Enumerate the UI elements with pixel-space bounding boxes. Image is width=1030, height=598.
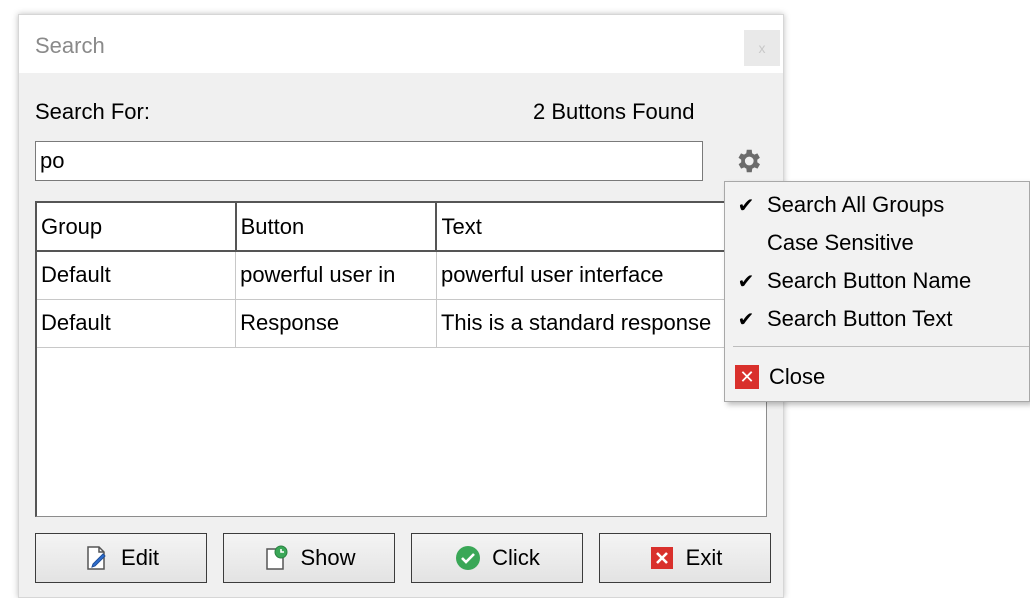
exit-button-label: Exit (685, 545, 723, 570)
grid-header-row: Group Button Text (37, 203, 766, 252)
close-icon: x (758, 40, 766, 56)
cell-text[interactable]: powerful user interface (436, 251, 766, 300)
menu-item-search-button-text[interactable]: ✔ Search Button Text (725, 300, 1029, 338)
edit-button[interactable]: Edit (35, 533, 207, 583)
close-red-icon (648, 544, 676, 572)
menu-item-label: Search All Groups (767, 192, 945, 217)
click-button-label: Click (492, 545, 540, 570)
checkmark-icon: ✔ (737, 308, 755, 331)
menu-item-close[interactable]: ✕ Close (725, 358, 1029, 396)
search-input[interactable] (35, 141, 703, 181)
show-button[interactable]: Show (223, 533, 395, 583)
column-header-button[interactable]: Button (235, 203, 438, 252)
close-red-icon: ✕ (735, 365, 759, 389)
cell-group[interactable]: Default (37, 299, 237, 348)
column-header-group[interactable]: Group (37, 203, 237, 252)
menu-item-label: Close (769, 364, 826, 389)
menu-item-label: Case Sensitive (767, 230, 914, 255)
edit-document-icon (83, 544, 111, 572)
menu-item-case-sensitive[interactable]: Case Sensitive (725, 224, 1029, 262)
table-row[interactable]: Default powerful user in powerful user i… (37, 251, 766, 300)
cell-group[interactable]: Default (37, 251, 237, 300)
click-button[interactable]: Click (411, 533, 583, 583)
window-title: Search (35, 33, 105, 58)
show-button-label: Show (300, 545, 356, 570)
gear-icon (738, 149, 760, 173)
title-bar: Search x (19, 15, 783, 73)
menu-item-label: Search Button Name (767, 268, 972, 293)
exit-button[interactable]: Exit (599, 533, 771, 583)
menu-item-search-all-groups[interactable]: ✔ Search All Groups (725, 186, 1029, 224)
checkmark-icon: ✔ (737, 270, 755, 293)
column-header-text[interactable]: Text (436, 203, 766, 252)
menu-separator (733, 346, 1029, 347)
options-context-menu: ✔ Search All Groups Case Sensitive ✔ Sea… (724, 181, 1030, 402)
menu-item-label: Search Button Text (767, 306, 953, 331)
settings-button[interactable] (727, 141, 769, 181)
cell-button[interactable]: Response (235, 299, 437, 348)
cell-text[interactable]: This is a standard response (436, 299, 766, 348)
checkmark-icon: ✔ (737, 194, 755, 217)
cell-button[interactable]: powerful user in (235, 251, 437, 300)
show-document-icon (262, 544, 290, 572)
search-window: Search x Search For: 2 Buttons Found Gro… (18, 14, 784, 598)
check-circle-icon (454, 544, 482, 572)
table-row[interactable]: Default Response This is a standard resp… (37, 299, 766, 348)
edit-button-label: Edit (121, 545, 159, 570)
search-for-label: Search For: (35, 99, 150, 124)
menu-item-search-button-name[interactable]: ✔ Search Button Name (725, 262, 1029, 300)
window-close-button[interactable]: x (744, 30, 780, 66)
results-count: 2 Buttons Found (533, 99, 695, 124)
results-grid[interactable]: Group Button Text Default powerful user … (35, 201, 767, 517)
